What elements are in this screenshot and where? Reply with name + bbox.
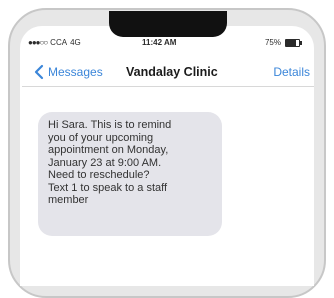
conversation-header: Messages Vandalay Clinic Details — [22, 58, 314, 87]
battery-icon — [285, 38, 302, 47]
network-type: 4G — [70, 38, 81, 47]
contact-name-title: Vandalay Clinic — [126, 65, 218, 79]
back-button-label: Messages — [48, 65, 103, 79]
message-text: Hi Sara. This is to remind you of your u… — [48, 119, 172, 206]
status-left: ●●●○○ CCA 4G — [28, 38, 81, 47]
chevron-left-icon — [34, 64, 44, 80]
incoming-message-bubble: Hi Sara. This is to remind you of your u… — [38, 112, 222, 236]
back-to-messages-button[interactable]: Messages — [32, 64, 103, 80]
status-time: 11:42 AM — [142, 38, 177, 47]
battery-percent: 75% — [264, 38, 281, 47]
battery-level — [286, 39, 296, 46]
details-button[interactable]: Details — [273, 65, 310, 79]
carrier-name: CCA — [50, 38, 68, 47]
status-right: 75% — [264, 38, 302, 47]
signal-dots-icon: ●●●○○ — [28, 38, 48, 47]
status-bar: ●●●○○ CCA 4G 11:42 AM 75% — [24, 34, 310, 50]
